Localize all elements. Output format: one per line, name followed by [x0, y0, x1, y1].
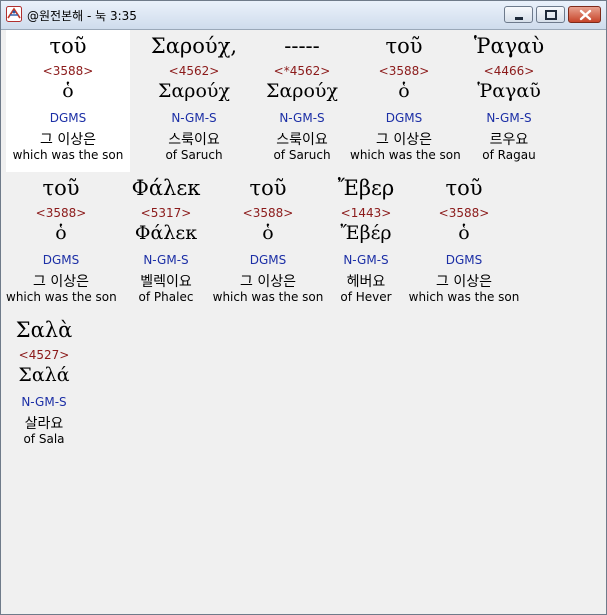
word-block[interactable]: Σαλὰ <4527> Σαλά N-GM-S 살라요 of Sala — [6, 314, 82, 456]
english-gloss: which was the son — [212, 290, 324, 304]
english-gloss: which was the son — [408, 290, 520, 304]
lemma-word: ὁ — [55, 222, 67, 244]
morphology-code: DGMS — [42, 253, 80, 267]
morphology-code: N-GM-S — [21, 395, 67, 409]
morphology-code: N-GM-S — [279, 111, 325, 125]
word-block[interactable]: ----- <*4562> Σαρούχ N-GM-S 스룩이요 of Saruch — [256, 30, 348, 172]
word-block[interactable]: τοῦ <3588> ὁ DGMS 그 이상은 which was the son — [6, 172, 117, 314]
greek-word: ----- — [284, 34, 320, 58]
morphology-code: DGMS — [445, 253, 483, 267]
word-block[interactable]: τοῦ <3588> ὁ DGMS 그 이상은 which was the son — [350, 30, 461, 172]
lemma-word: Σαρούχ — [158, 80, 230, 102]
korean-gloss: 헤버요 — [346, 274, 386, 290]
greek-word: Σαρούχ, — [150, 34, 238, 58]
strong-number: <3588> — [242, 206, 294, 220]
strong-number: <3588> — [438, 206, 490, 220]
lemma-word: ὁ — [262, 222, 274, 244]
word-block[interactable]: τοῦ <3588> ὁ DGMS 그 이상은 which was the son — [6, 30, 130, 172]
word-block[interactable]: τοῦ <3588> ὁ DGMS 그 이상은 which was the son — [408, 172, 520, 314]
greek-word: Σαλὰ — [15, 318, 73, 342]
interlinear-content: τοῦ <3588> ὁ DGMS 그 이상은 which was the son Σαρο… — [6, 30, 603, 613]
korean-gloss: 르우요 — [489, 132, 529, 148]
lemma-word: ὁ — [398, 80, 410, 102]
maximize-button[interactable] — [536, 6, 565, 23]
strong-number: <4562> — [168, 64, 220, 78]
korean-gloss: 그 이상은 — [33, 274, 89, 290]
lemma-word: ὁ — [62, 80, 74, 102]
minimize-button[interactable] — [504, 6, 533, 23]
morphology-code: N-GM-S — [486, 111, 532, 125]
korean-gloss: 그 이상은 — [40, 132, 96, 148]
title-bar[interactable]: @원전본해 - 눅 3:35 — [1, 1, 606, 30]
app-logo-icon[interactable] — [6, 6, 22, 22]
close-icon — [579, 9, 592, 21]
english-gloss: of Saruch — [273, 148, 331, 162]
word-block[interactable]: Σαρούχ, <4562> Σαρούχ N-GM-S 스룩이요 of Saruch — [134, 30, 254, 172]
greek-word: τοῦ — [445, 176, 483, 200]
lemma-word: Σαρούχ — [266, 80, 338, 102]
greek-word: τοῦ — [49, 34, 87, 58]
english-gloss: which was the son — [6, 290, 117, 304]
strong-number: <3588> — [35, 206, 87, 220]
lemma-word: Ῥαγαῦ — [477, 80, 541, 102]
morphology-code: DGMS — [49, 111, 87, 125]
word-block[interactable]: Φάλεκ <5317> Φάλεκ N-GM-S 벨렉이요 of Phalec — [118, 172, 214, 314]
strong-number: <5317> — [140, 206, 192, 220]
greek-word: Ἔβερ — [337, 176, 395, 200]
morphology-code: DGMS — [249, 253, 287, 267]
greek-word: Ῥαγαὺ — [473, 34, 545, 58]
greek-word: τοῦ — [385, 34, 423, 58]
english-gloss: of Hever — [340, 290, 392, 304]
strong-number: <*4562> — [273, 64, 331, 78]
maximize-icon — [545, 10, 557, 20]
english-gloss: of Saruch — [165, 148, 223, 162]
greek-word: τοῦ — [249, 176, 287, 200]
minimize-icon — [515, 17, 523, 20]
strong-number: <3588> — [378, 64, 430, 78]
word-block[interactable]: Ἔβερ <1443> Ἔβέρ N-GM-S 헤버요 of Hever — [324, 172, 408, 314]
korean-gloss: 그 이상은 — [240, 274, 296, 290]
korean-gloss: 살라요 — [24, 416, 64, 432]
word-block[interactable]: τοῦ <3588> ὁ DGMS 그 이상은 which was the son — [212, 172, 324, 314]
morphology-code: N-GM-S — [343, 253, 389, 267]
lemma-word: Ἔβέρ — [340, 222, 392, 244]
morphology-code: N-GM-S — [171, 111, 217, 125]
korean-gloss: 스룩이요 — [276, 132, 328, 148]
korean-gloss: 벨렉이요 — [140, 274, 192, 290]
korean-gloss: 그 이상은 — [436, 274, 492, 290]
window-title: @원전본해 - 눅 3:35 — [27, 9, 137, 23]
morphology-code: N-GM-S — [143, 253, 189, 267]
app-window: @원전본해 - 눅 3:35 τοῦ <3588> ὁ DGMS 그 이상은 which … — [0, 0, 607, 615]
greek-word: τοῦ — [42, 176, 80, 200]
lemma-word: ὁ — [458, 222, 470, 244]
close-button[interactable] — [568, 6, 601, 23]
korean-gloss: 스룩이요 — [168, 132, 220, 148]
english-gloss: of Phalec — [138, 290, 194, 304]
english-gloss: of Ragau — [482, 148, 536, 162]
lemma-word: Φάλεκ — [134, 222, 198, 244]
strong-number: <4527> — [18, 348, 70, 362]
english-gloss: which was the son — [350, 148, 461, 162]
morphology-code: DGMS — [385, 111, 423, 125]
greek-word: Φάλεκ — [131, 176, 201, 200]
english-gloss: which was the son — [12, 148, 124, 162]
korean-gloss: 그 이상은 — [376, 132, 432, 148]
strong-number: <3588> — [42, 64, 94, 78]
strong-number: <4466> — [483, 64, 535, 78]
english-gloss: of Sala — [23, 432, 65, 446]
lemma-word: Σαλά — [18, 364, 70, 386]
word-block[interactable]: Ῥαγαὺ <4466> Ῥαγαῦ N-GM-S 르우요 of Ragau — [458, 30, 560, 172]
strong-number: <1443> — [340, 206, 392, 220]
